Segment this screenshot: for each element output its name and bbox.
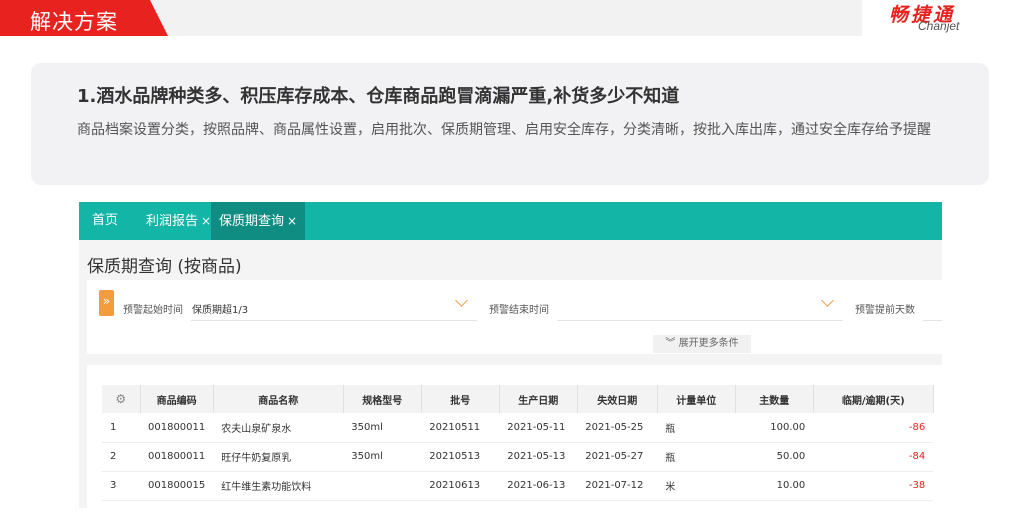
problem-description: 商品档案设置分类，按照品牌、商品属性设置，启用批次、保质期管理、启用安全库存，分… — [77, 122, 931, 138]
close-icon[interactable]: × — [287, 214, 297, 228]
tab-profit-report[interactable]: 利润报告 × — [146, 202, 211, 240]
cell-days: -84 — [813, 442, 934, 472]
cell-code: 001800011 — [140, 413, 214, 443]
cell-batch: 20210511 — [421, 413, 500, 443]
tab-label: 保质期查询 — [219, 214, 285, 229]
row-index: 2 — [102, 442, 140, 472]
cell-exp-date: 2021-05-27 — [577, 442, 658, 472]
cell-days: -86 — [813, 413, 934, 443]
column-settings[interactable]: ⚙ — [102, 385, 141, 413]
problem-card: 1.酒水品牌种类多、积压库存成本、仓库商品跑冒滴漏严重,补货多少不知道 商品档案… — [31, 63, 989, 185]
cell-qty: 100.00 — [735, 413, 814, 443]
page-title: 保质期查询 (按商品) — [87, 257, 242, 277]
expand-panel-button[interactable]: » — [99, 290, 114, 316]
cell-exp-date: 2021-05-25 — [577, 413, 658, 443]
cell-spec: 350ml — [343, 413, 422, 443]
cell-exp-date: 2021-07-12 — [577, 471, 658, 501]
table-header-row: ⚙ 商品编码 商品名称 规格型号 批号 生产日期 失效日期 计量单位 主数量 临… — [102, 385, 934, 413]
column-header[interactable]: 商品编码 — [140, 385, 214, 413]
advance-days-label: 预警提前天数 — [855, 305, 915, 316]
more-conditions-button[interactable]: ︾ 展开更多条件 — [653, 335, 751, 353]
tab-home[interactable]: 首页 — [92, 202, 118, 240]
cell-unit: 瓶 — [657, 413, 736, 443]
column-header[interactable]: 主数量 — [735, 385, 814, 413]
cell-unit: 米 — [657, 471, 736, 501]
filter-panel: » 预警起始时间 保质期超1/3 预警结束时间 预警提前天数 ︾ 展开更多条件 — [87, 280, 942, 354]
section-title: 解决方案 — [30, 10, 118, 34]
cell-days: -38 — [813, 471, 934, 501]
end-time-underline — [557, 320, 843, 321]
cell-code: 001800011 — [140, 442, 214, 472]
start-time-underline — [191, 320, 477, 321]
logo-english: Chanjet — [918, 19, 960, 33]
cell-batch: 20210613 — [421, 471, 500, 501]
cell-name: 农夫山泉矿泉水 — [213, 413, 344, 443]
cell-unit: 瓶 — [657, 442, 736, 472]
cell-qty: 10.00 — [735, 471, 814, 501]
advance-days-underline[interactable] — [923, 320, 942, 321]
start-time-label: 预警起始时间 — [123, 305, 183, 316]
result-table: ⚙ 商品编码 商品名称 规格型号 批号 生产日期 失效日期 计量单位 主数量 临… — [102, 385, 934, 501]
result-table-panel: ⚙ 商品编码 商品名称 规格型号 批号 生产日期 失效日期 计量单位 主数量 临… — [87, 365, 942, 508]
cell-mfg-date: 2021-05-13 — [499, 442, 578, 472]
tab-bar: 首页 利润报告 × 保质期查询 × — [79, 202, 942, 240]
problem-title: 1.酒水品牌种类多、积压库存成本、仓库商品跑冒滴漏严重,补货多少不知道 — [77, 86, 680, 107]
column-header[interactable]: 生产日期 — [499, 385, 578, 413]
column-header[interactable]: 商品名称 — [213, 385, 344, 413]
chevron-down-icon[interactable] — [455, 294, 468, 307]
tab-label: 利润报告 — [146, 214, 199, 229]
column-header[interactable]: 失效日期 — [577, 385, 658, 413]
chevron-down-icon[interactable] — [821, 294, 834, 307]
gear-icon[interactable]: ⚙ — [115, 392, 126, 406]
start-time-select[interactable]: 保质期超1/3 — [192, 301, 248, 316]
close-icon[interactable]: × — [201, 214, 211, 228]
cell-name: 红牛维生素功能饮料 — [213, 471, 344, 501]
row-index: 3 — [102, 471, 140, 501]
column-header[interactable]: 批号 — [421, 385, 500, 413]
tab-label: 首页 — [92, 213, 119, 228]
end-time-label: 预警结束时间 — [489, 305, 549, 316]
cell-mfg-date: 2021-05-11 — [499, 413, 578, 443]
column-header[interactable]: 计量单位 — [657, 385, 736, 413]
column-header[interactable]: 临期/逾期(天) — [813, 385, 934, 413]
table-row[interactable]: 2 001800011 旺仔牛奶复原乳 350ml 20210513 2021-… — [102, 442, 934, 472]
table-row[interactable]: 3 001800015 红牛维生素功能饮料 20210613 2021-06-1… — [102, 471, 934, 501]
app-window: 首页 利润报告 × 保质期查询 × 保质期查询 (按商品) » 预警起始时间 保质期… — [79, 202, 942, 508]
cell-code: 001800015 — [140, 471, 214, 501]
row-index: 1 — [102, 413, 140, 443]
cell-name: 旺仔牛奶复原乳 — [213, 442, 344, 472]
cell-qty: 50.00 — [735, 442, 814, 472]
tab-shelf-life-query[interactable]: 保质期查询 × — [211, 202, 306, 240]
column-header[interactable]: 规格型号 — [343, 385, 422, 413]
table-row[interactable]: 1 001800011 农夫山泉矿泉水 350ml 20210511 2021-… — [102, 413, 934, 443]
cell-mfg-date: 2021-06-13 — [499, 471, 578, 501]
cell-batch: 20210513 — [421, 442, 500, 472]
cell-spec — [343, 471, 422, 501]
cell-spec: 350ml — [343, 442, 422, 472]
